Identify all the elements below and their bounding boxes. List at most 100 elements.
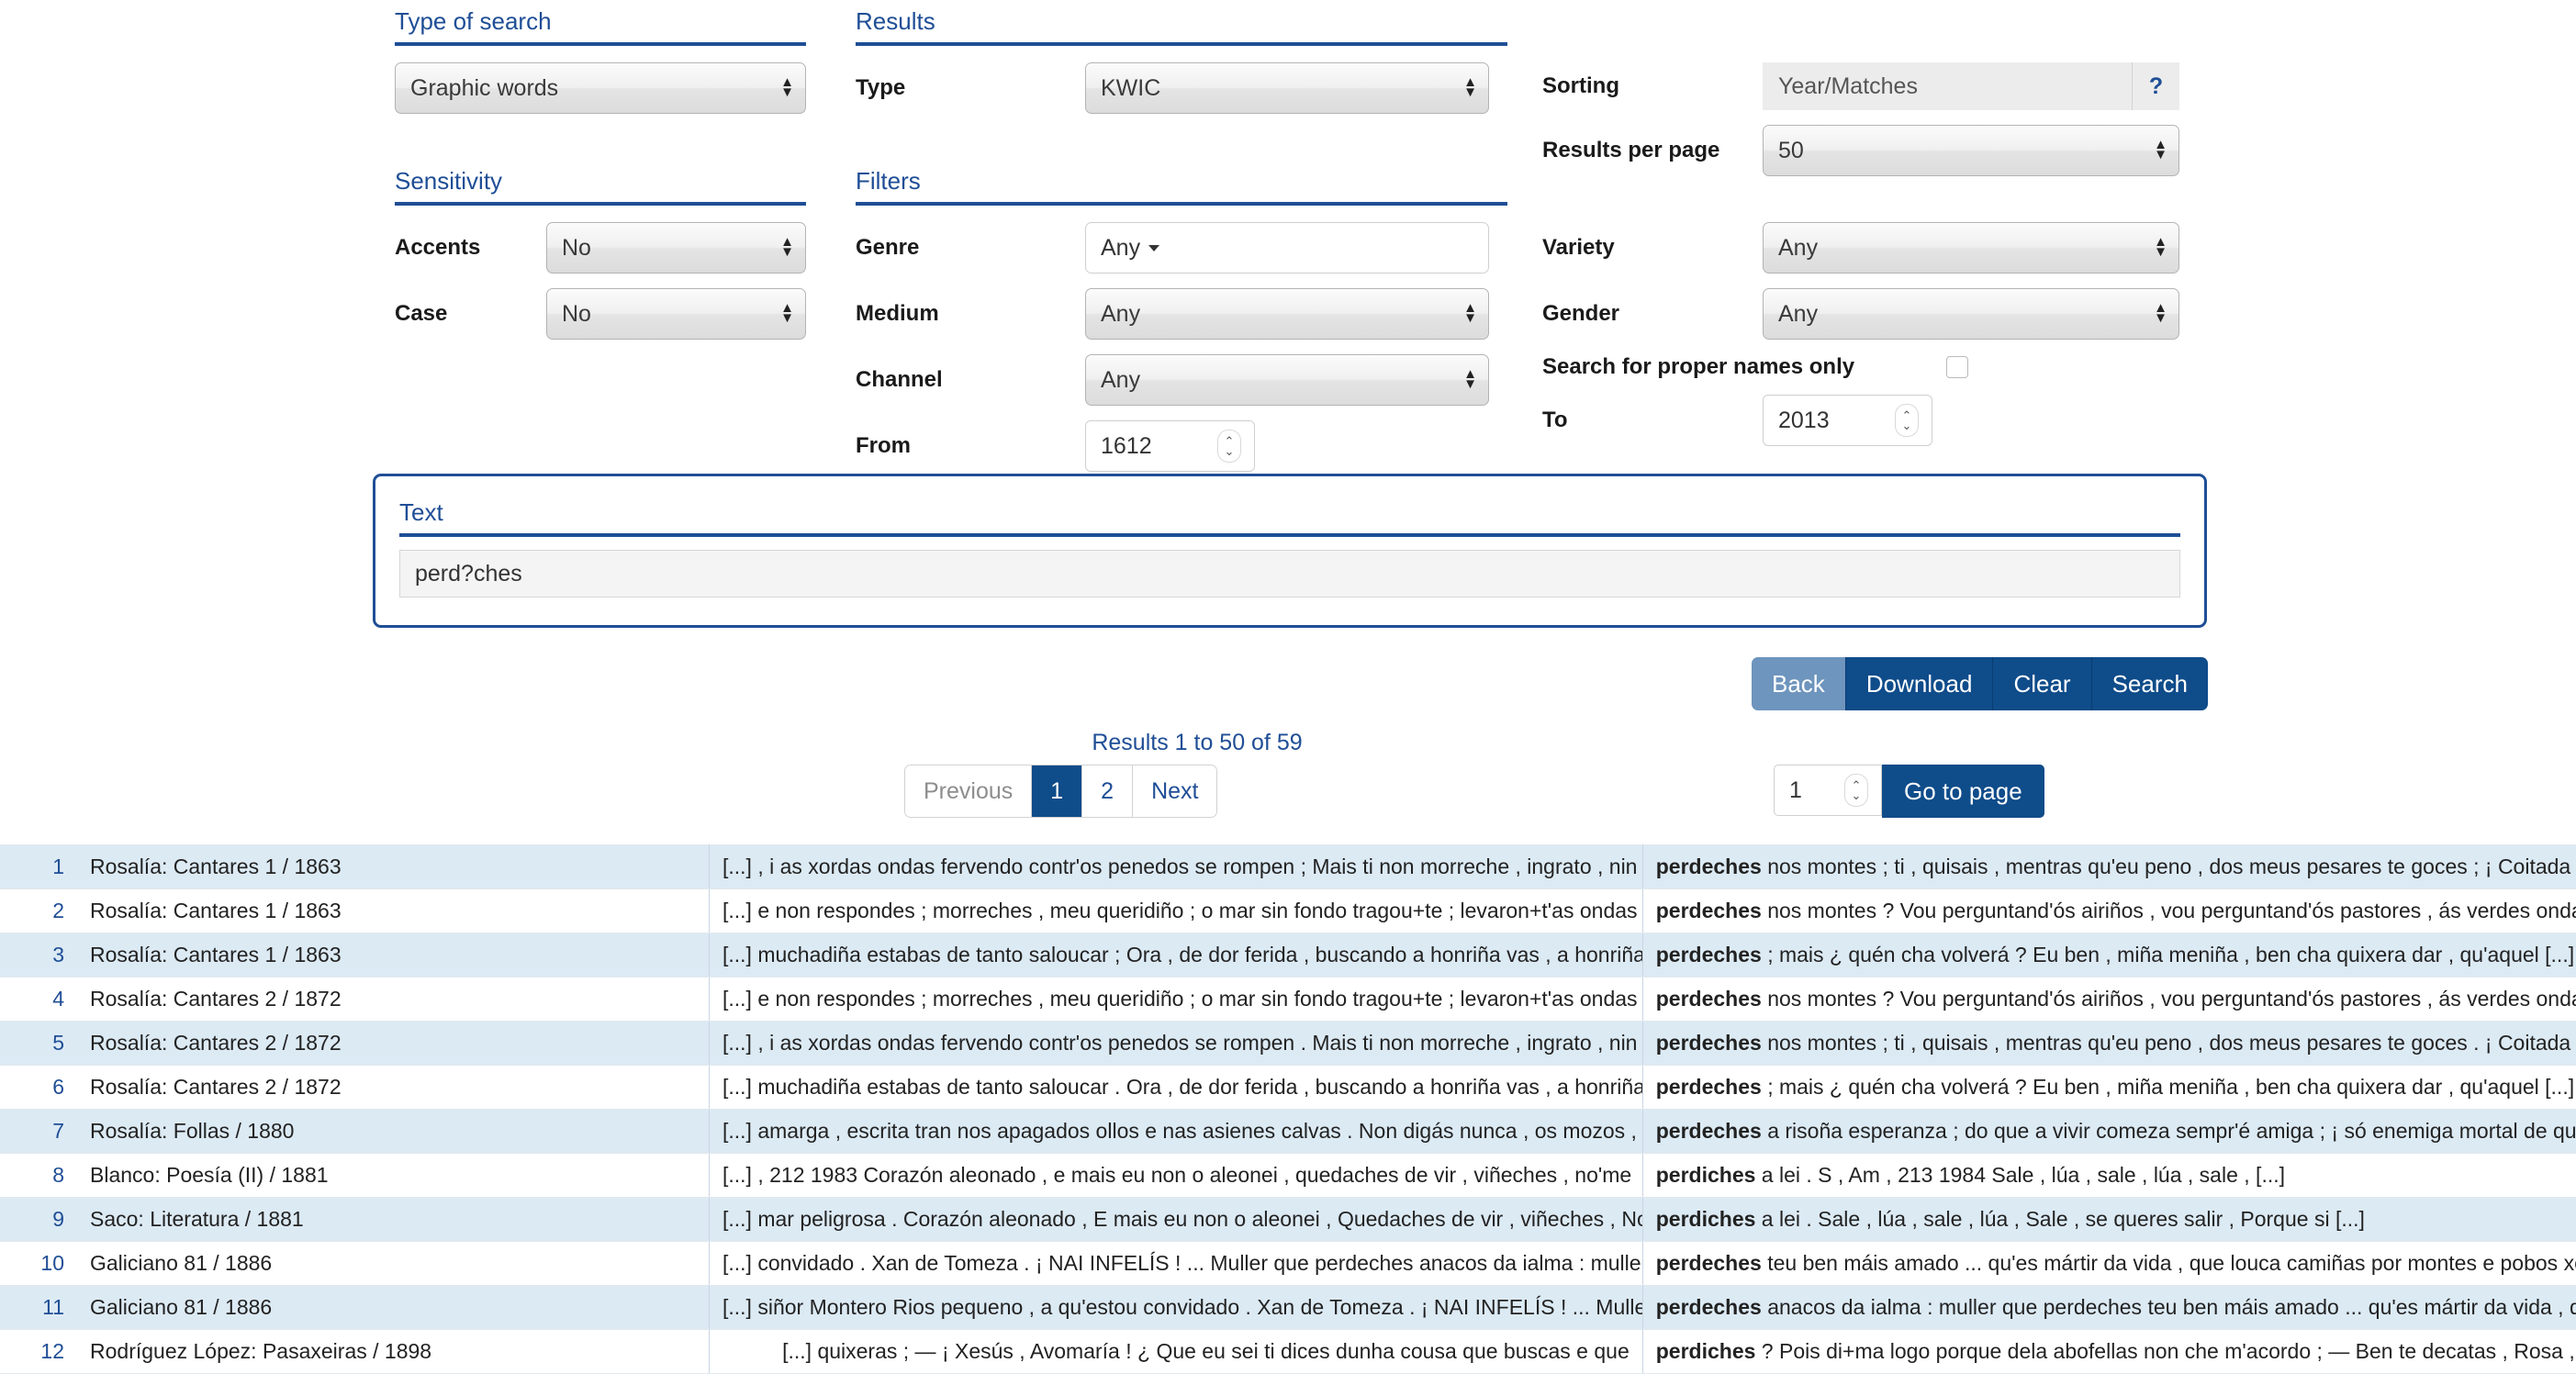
row-right-context: a lei . S , Am , 213 1984 Sale , lúa , s… (1755, 1163, 2286, 1187)
case-select[interactable]: No ▲ ▼ (546, 288, 806, 340)
variety-value: Any (1778, 234, 1819, 261)
row-source[interactable]: Galiciano 81 / 1886 (77, 1285, 710, 1330)
row-keyword: perdeches (1655, 943, 1762, 966)
download-button[interactable]: Download (1845, 657, 1994, 710)
row-left-context: [...] , i as xordas ondas fervendo contr… (709, 1021, 1643, 1066)
row-left-context: [...] e non respondes ; morreches , meu … (709, 977, 1643, 1022)
channel-select[interactable]: Any ▲ ▼ (1085, 354, 1489, 406)
chevron-updown-icon: ▲ ▼ (2154, 300, 2167, 326)
row-keyword-and-right-context: perdiches a lei . Sale , lúa , sale , lú… (1642, 1197, 2576, 1242)
row-keyword-and-right-context: perdiches a lei . S , Am , 213 1984 Sale… (1642, 1153, 2576, 1198)
case-value: No (562, 300, 591, 327)
sensitivity-heading: Sensitivity (395, 167, 806, 206)
from-year-input[interactable]: 1612 ⌃ ⌄ (1085, 420, 1255, 472)
back-button[interactable]: Back (1752, 657, 1846, 710)
type-of-search-select[interactable]: Graphic words ▲ ▼ (395, 62, 806, 114)
row-source[interactable]: Rosalía: Cantares 2 / 1872 (77, 1065, 710, 1110)
chevron-updown-icon: ▲ ▼ (2154, 137, 2167, 162)
row-source[interactable]: Galiciano 81 / 1886 (77, 1241, 710, 1286)
goto-page-stepper[interactable]: ⌃ ⌄ (1844, 774, 1868, 807)
from-year-stepper[interactable]: ⌃ ⌄ (1217, 430, 1241, 463)
row-source[interactable]: Rosalía: Cantares 1 / 1863 (77, 888, 710, 933)
search-button[interactable]: Search (2091, 657, 2208, 710)
accents-label: Accents (395, 235, 481, 260)
results-type-select[interactable]: KWIC ▲ ▼ (1085, 62, 1489, 114)
chevron-updown-icon: ▲ ▼ (780, 234, 794, 260)
genre-dropdown[interactable]: Any (1085, 222, 1489, 274)
row-keyword-and-right-context: perdeches anacos da ialma : muller que p… (1642, 1285, 2576, 1330)
row-source[interactable]: Rosalía: Follas / 1880 (77, 1109, 710, 1154)
pager-page-2[interactable]: 2 (1082, 765, 1134, 817)
results-type-row: Type KWIC ▲ ▼ (856, 62, 1507, 114)
accents-value: No (562, 234, 591, 261)
from-label: From (856, 433, 911, 458)
row-index: 6 (0, 1065, 77, 1110)
table-row[interactable]: 9 Saco: Literatura / 1881 [...] mar peligr… (0, 1197, 2576, 1242)
table-row[interactable]: 5 Rosalía: Cantares 2 / 1872 [...] , i as … (0, 1021, 2576, 1066)
table-row[interactable]: 4 Rosalía: Cantares 2 / 1872 [...] e non r… (0, 977, 2576, 1022)
table-row[interactable]: 2 Rosalía: Cantares 1 / 1863 [...] e non r… (0, 888, 2576, 933)
pager-next[interactable]: Next (1133, 765, 1217, 817)
sorting-help-icon[interactable]: ? (2132, 62, 2179, 110)
genre-row: Genre Any (856, 222, 1507, 274)
to-year-stepper[interactable]: ⌃ ⌄ (1895, 404, 1919, 437)
row-keyword: perdeches (1655, 855, 1762, 878)
sorting-row: Sorting Year/Matches ? (1542, 62, 2185, 110)
accents-select[interactable]: No ▲ ▼ (546, 222, 806, 274)
gender-select[interactable]: Any ▲ ▼ (1763, 288, 2179, 340)
row-right-context: a risoña esperanza ; do que a vivir come… (1767, 1119, 2576, 1143)
table-row[interactable]: 8 Blanco: Poesía (II) / 1881 [...] , 212 1… (0, 1153, 2576, 1198)
goto-page-input[interactable]: 1 ⌃ ⌄ (1774, 765, 1882, 816)
results-type-label: Type (856, 75, 906, 100)
row-source[interactable]: Rosalía: Cantares 2 / 1872 (77, 1021, 710, 1066)
channel-label: Channel (856, 367, 943, 392)
pagination-control: Previous 1 2 Next (904, 765, 1218, 818)
table-row[interactable]: 10 Galiciano 81 / 1886 [...] convidado . X… (0, 1241, 2576, 1286)
table-row[interactable]: 7 Rosalía: Follas / 1880 [...] amarga , es… (0, 1109, 2576, 1154)
table-row[interactable]: 3 Rosalía: Cantares 1 / 1863 [...] muchadi… (0, 933, 2576, 977)
row-keyword-and-right-context: perdeches nos montes ? Vou perguntand'ós… (1642, 888, 2576, 933)
variety-select[interactable]: Any ▲ ▼ (1763, 222, 2179, 274)
pager-page-1[interactable]: 1 (1032, 765, 1083, 817)
row-source[interactable]: Blanco: Poesía (II) / 1881 (77, 1153, 710, 1198)
sorting-value-field[interactable]: Year/Matches (1763, 62, 2132, 110)
row-left-context: [...] convidado . Xan de Tomeza . ¡ NAI … (709, 1241, 1643, 1286)
channel-value: Any (1101, 366, 1141, 393)
row-source[interactable]: Rodríguez López: Pasaxeiras / 1898 (77, 1329, 710, 1374)
row-right-context: ? Pois di+ma logo porque dela abofellas … (1755, 1339, 2576, 1363)
table-row[interactable]: 1 Rosalía: Cantares 1 / 1863 [...] , i as … (0, 844, 2576, 889)
row-keyword-and-right-context: perdiches ? Pois di+ma logo porque dela … (1642, 1329, 2576, 1374)
results-section: Results Type KWIC ▲ ▼ (856, 7, 1507, 128)
text-query-input[interactable]: perd?ches (399, 550, 2180, 598)
results-per-page-label: Results per page (1542, 138, 1720, 162)
table-row[interactable]: 12 Rodríguez López: Pasaxeiras / 1898 [...… (0, 1329, 2576, 1374)
row-right-context: nos montes ? Vou perguntand'ós airiños ,… (1767, 987, 2576, 1011)
row-source[interactable]: Saco: Literatura / 1881 (77, 1197, 710, 1242)
goto-page-button[interactable]: Go to page (1882, 765, 2044, 818)
medium-value: Any (1101, 300, 1141, 327)
row-keyword: perdeches (1655, 1251, 1762, 1275)
pager-previous[interactable]: Previous (905, 765, 1033, 817)
goto-page-value: 1 (1789, 776, 1802, 803)
row-source[interactable]: Rosalía: Cantares 2 / 1872 (77, 977, 710, 1022)
table-row[interactable]: 6 Rosalía: Cantares 2 / 1872 [...] muchadi… (0, 1065, 2576, 1110)
chevron-updown-icon: ▲ ▼ (1463, 366, 1477, 392)
row-right-context: anacos da ialma : muller que perdeches t… (1767, 1295, 2576, 1319)
medium-select[interactable]: Any ▲ ▼ (1085, 288, 1489, 340)
to-year-input[interactable]: 2013 ⌃ ⌄ (1763, 395, 1932, 446)
row-source[interactable]: Rosalía: Cantares 1 / 1863 (77, 933, 710, 977)
table-row[interactable]: 11 Galiciano 81 / 1886 [...] siñor Montero… (0, 1285, 2576, 1330)
row-left-context: [...] muchadiña estabas de tanto salouca… (709, 1065, 1643, 1110)
filters-section: Filters Genre Any Medium Any ▲ ▼ Channel … (856, 167, 1507, 486)
proper-names-checkbox[interactable] (1946, 356, 1968, 378)
row-keyword-and-right-context: perdeches ; mais ¿ quén cha volverá ? Eu… (1642, 1065, 2576, 1110)
to-year-value: 2013 (1778, 407, 1830, 433)
genre-label: Genre (856, 235, 920, 260)
row-index: 5 (0, 1021, 77, 1066)
row-keyword: perdeches (1655, 899, 1762, 922)
row-keyword: perdeches (1655, 1119, 1762, 1143)
row-source[interactable]: Rosalía: Cantares 1 / 1863 (77, 844, 710, 889)
clear-button[interactable]: Clear (1993, 657, 2092, 710)
text-query-value: perd?ches (415, 560, 522, 586)
row-right-context: ; mais ¿ quén cha volverá ? Eu ben , miñ… (1761, 943, 2575, 966)
